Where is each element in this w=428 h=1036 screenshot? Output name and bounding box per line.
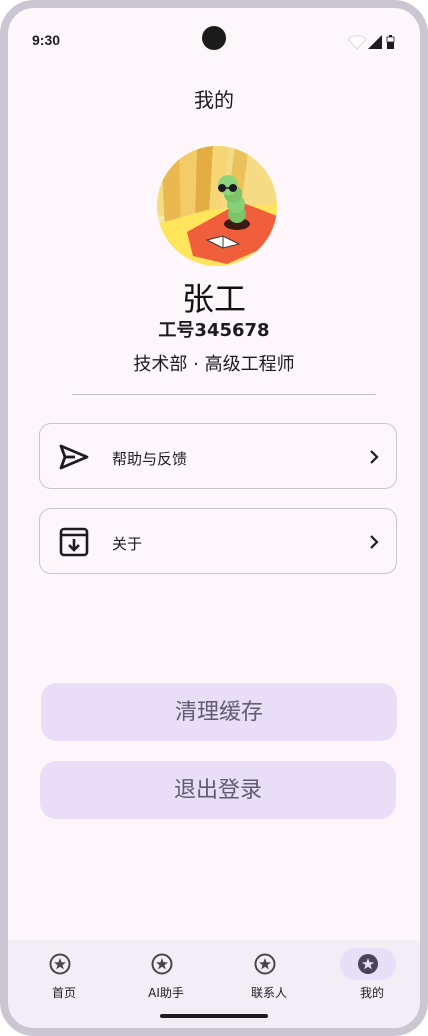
department-title: 技术部 · 高级工程师 — [133, 354, 295, 375]
menu-item-label: 关于 — [112, 535, 143, 553]
nav-label: 联系人 — [250, 986, 287, 1000]
menu-item-label: 帮助与反馈 — [112, 450, 188, 468]
bottom-nav: 首页 AI助手 联系人 我的 — [8, 940, 420, 1028]
nav-item-mine[interactable]: 我的 — [324, 948, 420, 1008]
avatar-illustration — [157, 146, 277, 266]
wifi-icon — [347, 35, 367, 50]
user-name: 张工 — [181, 280, 246, 318]
status-icons — [347, 35, 395, 50]
menu-item-help-feedback[interactable]: 帮助与反馈 — [39, 423, 397, 489]
logout-button[interactable]: 退出登录 — [40, 761, 396, 819]
avatar[interactable] — [157, 146, 277, 266]
nav-label: 首页 — [51, 986, 76, 1000]
nav-label: 我的 — [359, 986, 384, 1000]
status-time: 9:30 — [32, 32, 61, 48]
status-bar: 9:30 — [8, 8, 420, 64]
star-circle-icon — [254, 953, 276, 975]
star-circle-icon — [151, 953, 173, 975]
signal-icon — [368, 35, 382, 49]
star-circle-filled-icon — [358, 954, 378, 974]
divider — [72, 394, 376, 395]
nav-item-home[interactable]: 首页 — [16, 948, 112, 1008]
clear-cache-button[interactable]: 清理缓存 — [41, 683, 397, 741]
menu-item-about[interactable]: 关于 — [39, 508, 397, 574]
chevron-right-icon — [370, 535, 379, 549]
chevron-right-icon — [370, 450, 379, 464]
nav-label: AI助手 — [148, 986, 184, 1000]
nav-item-ai-assistant[interactable]: AI助手 — [118, 948, 214, 1008]
home-indicator[interactable] — [160, 1014, 268, 1018]
nav-item-contacts[interactable]: 联系人 — [221, 948, 317, 1008]
archive-icon — [59, 527, 89, 557]
phone-screen: 9:30 我的 张工 工号345678 技术部 · 高级工程师 帮助与反馈 关于… — [0, 0, 428, 1036]
camera-cutout — [202, 26, 226, 50]
battery-icon — [386, 35, 395, 49]
page-title: 我的 — [194, 88, 234, 112]
send-icon — [59, 444, 89, 470]
star-circle-icon — [49, 953, 71, 975]
employee-id: 工号345678 — [158, 320, 270, 341]
